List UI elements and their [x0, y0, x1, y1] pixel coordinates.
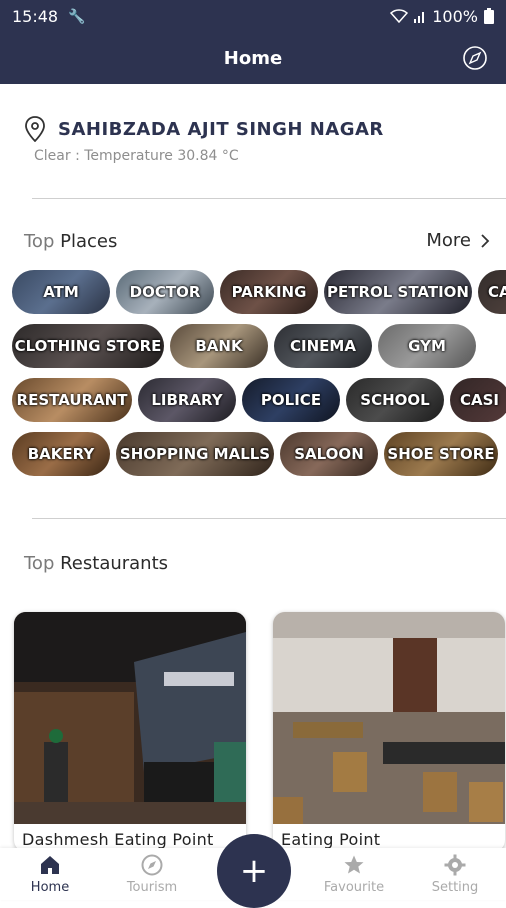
chip-police[interactable]: POLICE: [242, 378, 340, 422]
chip-casino-partial-2[interactable]: CASI: [450, 378, 506, 422]
compass-icon[interactable]: [462, 45, 488, 71]
chip-label: PETROL STATION: [327, 283, 469, 301]
chip-casino-partial[interactable]: CA: [478, 270, 506, 314]
chip-bank[interactable]: BANK: [170, 324, 268, 368]
chip-label: GYM: [408, 337, 446, 355]
signal-icon: [414, 12, 425, 23]
nav-label: Setting: [431, 879, 479, 895]
heading-prefix: Top: [24, 553, 61, 574]
chip-shoe-store[interactable]: SHOE STORE: [384, 432, 498, 476]
chip-label: SHOPPING MALLS: [119, 445, 271, 463]
chip-label: CLOTHING STORE: [14, 337, 162, 355]
app-bar: Home: [0, 32, 506, 84]
place-chips: ATM DOCTOR PARKING PETROL STATION CA CLO…: [12, 270, 506, 486]
chip-label: POLICE: [260, 391, 322, 409]
chip-row: CLOTHING STORE BANK CINEMA GYM: [12, 324, 506, 368]
restaurant-photo: [14, 612, 246, 824]
page-title: Home: [223, 47, 283, 69]
chip-shopping-malls[interactable]: SHOPPING MALLS: [116, 432, 274, 476]
chip-school[interactable]: SCHOOL: [346, 378, 444, 422]
more-button[interactable]: More: [426, 230, 490, 251]
chip-row: RESTAURANT LIBRARY POLICE SCHOOL CASI: [12, 378, 506, 422]
nav-favourite[interactable]: Favourite: [314, 848, 394, 900]
chip-cinema[interactable]: CINEMA: [274, 324, 372, 368]
chip-label: CINEMA: [290, 337, 356, 355]
heading-main: Restaurants: [60, 553, 169, 574]
chip-label: BANK: [195, 337, 243, 355]
chip-label: CASI: [460, 391, 500, 409]
chip-gym[interactable]: GYM: [378, 324, 476, 368]
heading-main: Places: [60, 231, 118, 252]
nav-home[interactable]: Home: [10, 848, 90, 900]
chip-restaurant[interactable]: RESTAURANT: [12, 378, 132, 422]
chip-label: PARKING: [231, 283, 307, 301]
divider: [32, 198, 506, 199]
chip-label: SHOE STORE: [387, 445, 495, 463]
battery-icon: [484, 8, 494, 24]
chip-bakery[interactable]: BAKERY: [12, 432, 110, 476]
nav-label: Favourite: [323, 879, 385, 895]
wifi-icon: [390, 9, 409, 23]
chip-atm[interactable]: ATM: [12, 270, 110, 314]
chip-label: ATM: [43, 283, 79, 301]
chip-label: BAKERY: [27, 445, 95, 463]
chip-doctor[interactable]: DOCTOR: [116, 270, 214, 314]
wrench-icon: 🔧: [68, 7, 86, 24]
restaurant-card[interactable]: Dashmesh Eating Point: [14, 612, 246, 852]
chevron-right-icon: [481, 233, 490, 248]
restaurant-name: Dashmesh Eating Point: [22, 830, 214, 849]
chip-library[interactable]: LIBRARY: [138, 378, 236, 422]
chip-row: ATM DOCTOR PARKING PETROL STATION CA: [12, 270, 506, 314]
nav-label: Tourism: [126, 879, 178, 895]
chip-petrol-station[interactable]: PETROL STATION: [324, 270, 472, 314]
chip-parking[interactable]: PARKING: [220, 270, 318, 314]
status-bar: 15:48 🔧 100%: [0, 0, 506, 32]
star-icon: [344, 855, 364, 873]
plus-icon: +: [239, 851, 269, 891]
status-time: 15:48: [12, 6, 59, 26]
chip-clothing-store[interactable]: CLOTHING STORE: [12, 324, 164, 368]
chip-label: SALOON: [294, 445, 364, 463]
location-pin-icon: [25, 116, 45, 142]
battery-percent: 100%: [432, 6, 478, 26]
chip-label: SCHOOL: [360, 391, 430, 409]
restaurant-photo: [273, 612, 505, 824]
chip-label: RESTAURANT: [16, 391, 128, 409]
home-icon: [41, 855, 59, 874]
compass-icon: [141, 854, 163, 875]
chip-label: LIBRARY: [151, 391, 223, 409]
more-label: More: [426, 230, 471, 251]
chip-label: CA: [488, 283, 506, 301]
nav-label: Home: [30, 879, 70, 895]
gear-icon: [444, 854, 466, 875]
nav-setting[interactable]: Setting: [415, 848, 495, 900]
restaurant-cards: Dashmesh Eating Point Eating Point: [14, 612, 506, 852]
add-button[interactable]: +: [217, 834, 291, 908]
city-name: SAHIBZADA AJIT SINGH NAGAR: [58, 118, 384, 140]
location-header[interactable]: SAHIBZADA AJIT SINGH NAGAR: [24, 116, 384, 142]
restaurant-name: Eating Point: [281, 830, 381, 849]
chip-label: DOCTOR: [129, 283, 201, 301]
weather-text: Clear : Temperature 30.84 °C: [34, 148, 239, 164]
top-places-heading: Top Places: [24, 231, 117, 252]
chip-row: BAKERY SHOPPING MALLS SALOON SHOE STORE: [12, 432, 506, 476]
top-restaurants-heading: Top Restaurants: [24, 553, 168, 574]
nav-tourism[interactable]: Tourism: [112, 848, 192, 900]
divider: [32, 518, 506, 519]
chip-saloon[interactable]: SALOON: [280, 432, 378, 476]
heading-prefix: Top: [24, 231, 61, 252]
restaurant-card[interactable]: Eating Point: [273, 612, 505, 852]
